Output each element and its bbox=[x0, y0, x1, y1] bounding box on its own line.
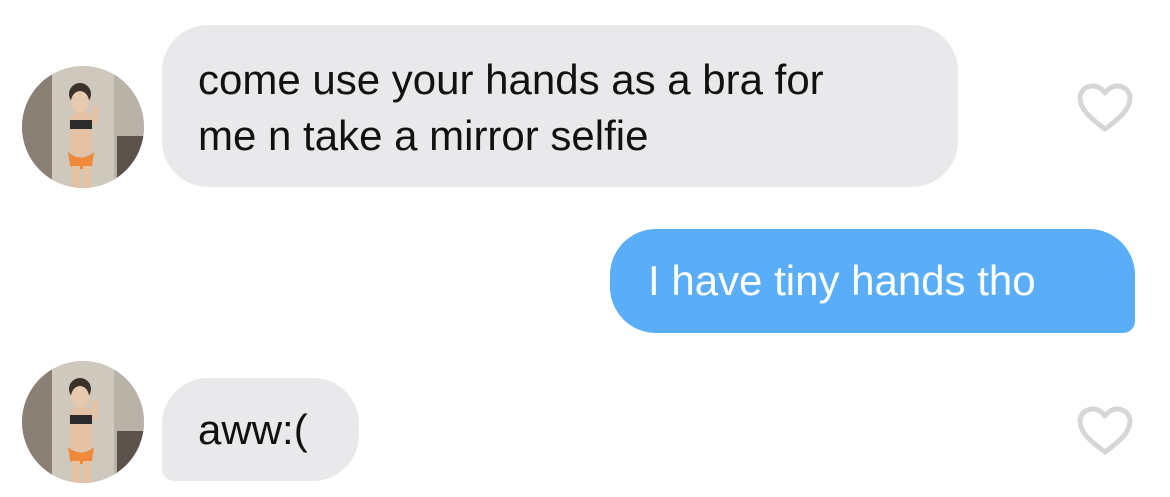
message-text: aww:( bbox=[198, 406, 308, 453]
avatar-photo bbox=[22, 66, 144, 188]
heart-outline-icon[interactable] bbox=[1076, 82, 1134, 134]
avatar-photo bbox=[22, 361, 144, 483]
contact-avatar[interactable] bbox=[22, 361, 144, 483]
message-bubble-incoming[interactable]: come use your hands as a bra for me n ta… bbox=[162, 25, 958, 187]
message-bubble-outgoing[interactable]: I have tiny hands tho bbox=[610, 229, 1135, 333]
contact-avatar[interactable] bbox=[22, 66, 144, 188]
message-text: I have tiny hands tho bbox=[648, 257, 1036, 304]
message-text: come use your hands as a bra for me n ta… bbox=[198, 56, 824, 159]
message-bubble-incoming[interactable]: aww:( bbox=[162, 378, 359, 481]
heart-outline-icon[interactable] bbox=[1076, 405, 1134, 457]
